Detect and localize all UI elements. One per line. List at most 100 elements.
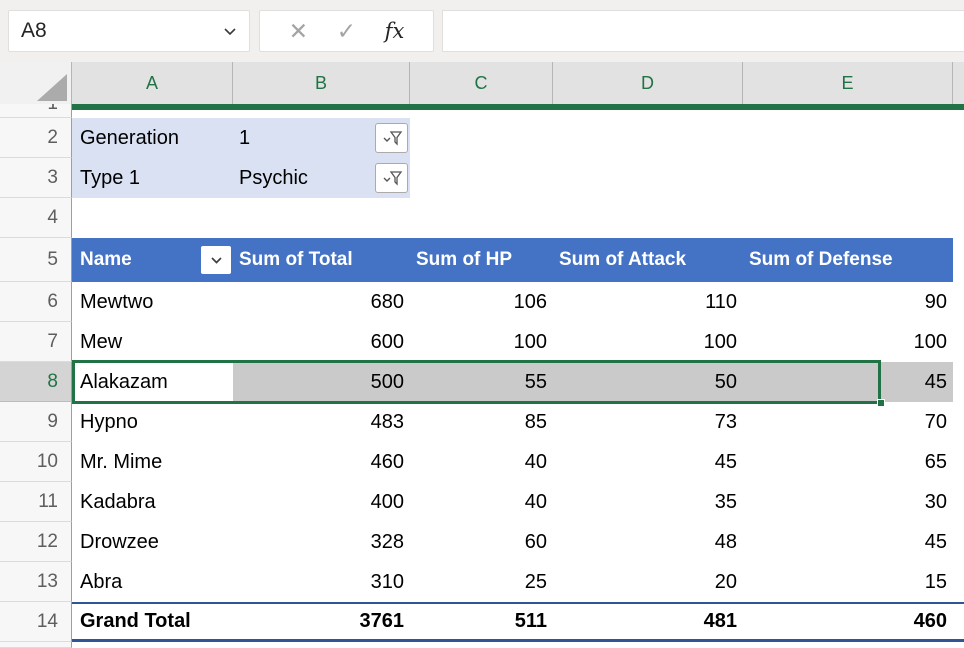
cell-hp[interactable]: 60 <box>410 522 553 562</box>
pivot-header-total[interactable]: Sum of Total <box>233 238 410 282</box>
row-header-7[interactable]: 7 <box>0 322 72 362</box>
empty-cells[interactable] <box>72 642 964 648</box>
cell-name[interactable]: Mew <box>72 322 233 362</box>
row-header-10[interactable]: 10 <box>0 442 72 482</box>
cell-defense[interactable]: 45 <box>743 522 953 562</box>
pivot-header-defense[interactable]: Sum of Defense <box>743 238 953 282</box>
empty-cell[interactable] <box>953 238 964 282</box>
cell-defense[interactable]: 100 <box>743 322 953 362</box>
row-header-9[interactable]: 9 <box>0 402 72 442</box>
cell-hp[interactable]: 100 <box>410 322 553 362</box>
cell-total[interactable]: 500 <box>233 362 410 402</box>
cell-hp[interactable]: 40 <box>410 482 553 522</box>
chevron-down-icon[interactable] <box>223 27 237 36</box>
cell-total[interactable]: 310 <box>233 562 410 602</box>
cell-generation-value[interactable]: 1 <box>233 118 410 158</box>
cell-attack[interactable]: 100 <box>553 322 743 362</box>
fx-icon[interactable]: fx <box>385 19 405 43</box>
row-header-5[interactable]: 5 <box>0 238 72 282</box>
select-all-corner[interactable] <box>0 62 72 104</box>
cell-attack[interactable]: 50 <box>553 362 743 402</box>
empty-cell[interactable] <box>953 442 964 482</box>
row-header-14[interactable]: 14 <box>0 602 72 642</box>
cell-total[interactable]: 3761 <box>233 604 410 639</box>
cell-defense[interactable]: 65 <box>743 442 953 482</box>
cell-defense[interactable]: 90 <box>743 282 953 322</box>
cell-hp[interactable]: 40 <box>410 442 553 482</box>
column-header-a[interactable]: A <box>72 62 233 104</box>
row-header-1[interactable]: 1 <box>0 104 72 118</box>
cell-defense[interactable]: 30 <box>743 482 953 522</box>
empty-cells[interactable] <box>410 118 964 158</box>
cell-hp[interactable]: 85 <box>410 402 553 442</box>
pivot-header-attack[interactable]: Sum of Attack <box>553 238 743 282</box>
empty-cell[interactable] <box>953 604 964 639</box>
cell-total[interactable]: 483 <box>233 402 410 442</box>
cell-name[interactable]: Hypno <box>72 402 233 442</box>
type1-filter-button[interactable] <box>375 163 408 193</box>
row-header-2[interactable]: 2 <box>0 118 72 158</box>
cell-total[interactable]: 680 <box>233 282 410 322</box>
cell-name[interactable]: Abra <box>72 562 233 602</box>
cell-grand-total-label[interactable]: Grand Total <box>72 604 233 639</box>
cell-defense[interactable]: 45 <box>743 362 953 402</box>
cell-attack[interactable]: 20 <box>553 562 743 602</box>
cell-defense[interactable]: 460 <box>743 604 953 639</box>
empty-cells[interactable] <box>410 158 964 198</box>
cell-hp[interactable]: 25 <box>410 562 553 602</box>
empty-cell[interactable] <box>953 522 964 562</box>
cell-name[interactable]: Kadabra <box>72 482 233 522</box>
column-header-d[interactable]: D <box>553 62 743 104</box>
row-header-12[interactable]: 12 <box>0 522 72 562</box>
empty-cell[interactable] <box>953 482 964 522</box>
cancel-icon[interactable]: ✕ <box>289 20 308 43</box>
row-header-15[interactable] <box>0 642 72 648</box>
cell-attack[interactable]: 73 <box>553 402 743 442</box>
empty-cell[interactable] <box>953 362 964 402</box>
cell-defense[interactable]: 15 <box>743 562 953 602</box>
cell-total[interactable]: 460 <box>233 442 410 482</box>
empty-cell[interactable] <box>953 402 964 442</box>
cell-total[interactable]: 600 <box>233 322 410 362</box>
column-header-c[interactable]: C <box>410 62 553 104</box>
cell-hp[interactable]: 511 <box>410 604 553 639</box>
cell-defense[interactable]: 70 <box>743 402 953 442</box>
column-header-e[interactable]: E <box>743 62 953 104</box>
confirm-icon[interactable]: ✓ <box>337 20 356 43</box>
cell-type1-value[interactable]: Psychic <box>233 158 410 198</box>
cell-attack[interactable]: 35 <box>553 482 743 522</box>
formula-input[interactable] <box>442 10 964 52</box>
cell-name[interactable]: Drowzee <box>72 522 233 562</box>
cell-hp[interactable]: 55 <box>410 362 553 402</box>
empty-cells[interactable] <box>72 198 964 238</box>
pivot-header-hp[interactable]: Sum of HP <box>410 238 553 282</box>
cell-name[interactable]: Mr. Mime <box>72 442 233 482</box>
row-header-3[interactable]: 3 <box>0 158 72 198</box>
empty-cell[interactable] <box>953 282 964 322</box>
row-header-11[interactable]: 11 <box>0 482 72 522</box>
cell-generation-label[interactable]: Generation <box>72 118 233 158</box>
active-cell-name[interactable]: Alakazam <box>72 362 233 402</box>
row-header-4[interactable]: 4 <box>0 198 72 238</box>
cell-total[interactable]: 400 <box>233 482 410 522</box>
name-box[interactable]: A8 <box>8 10 250 52</box>
column-header-b[interactable]: B <box>233 62 410 104</box>
cell-attack[interactable]: 481 <box>553 604 743 639</box>
empty-cell[interactable] <box>953 562 964 602</box>
empty-cell[interactable] <box>953 322 964 362</box>
row-header-13[interactable]: 13 <box>0 562 72 602</box>
cell-attack[interactable]: 110 <box>553 282 743 322</box>
fill-handle[interactable] <box>877 399 885 407</box>
cell-total[interactable]: 328 <box>233 522 410 562</box>
cell-name[interactable]: Mewtwo <box>72 282 233 322</box>
row-header-6[interactable]: 6 <box>0 282 72 322</box>
cell-attack[interactable]: 48 <box>553 522 743 562</box>
cell-type1-label[interactable]: Type 1 <box>72 158 233 198</box>
cell-attack[interactable]: 45 <box>553 442 743 482</box>
row-header-8[interactable]: 8 <box>0 362 72 402</box>
name-filter-dropdown[interactable] <box>201 246 231 274</box>
column-header-partial[interactable] <box>953 62 964 104</box>
cell-hp[interactable]: 106 <box>410 282 553 322</box>
pivot-header-name[interactable]: Name <box>72 238 233 282</box>
generation-filter-button[interactable] <box>375 123 408 153</box>
